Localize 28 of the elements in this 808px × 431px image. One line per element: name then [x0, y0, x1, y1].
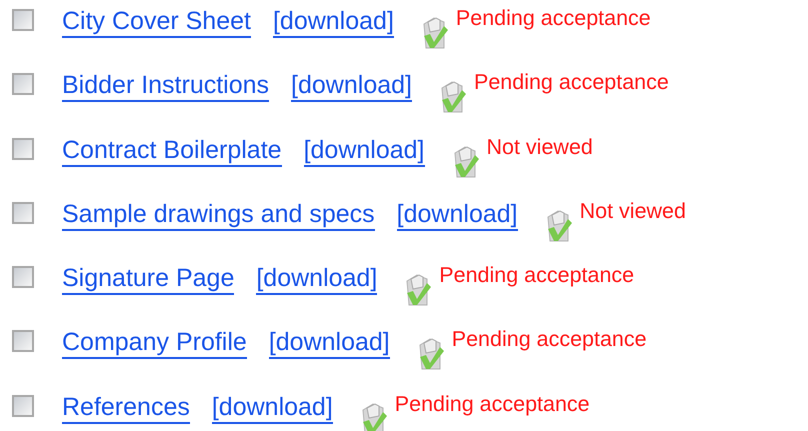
- status-text: Not viewed: [580, 198, 686, 223]
- download-link[interactable]: [download]: [212, 392, 333, 424]
- document-link[interactable]: References: [62, 392, 190, 424]
- status-text: Pending acceptance: [474, 70, 669, 94]
- download-link[interactable]: [download]: [272, 6, 394, 38]
- document-link[interactable]: Sample drawings and specs: [62, 198, 375, 231]
- status-text: Pending acceptance: [439, 263, 634, 288]
- download-link[interactable]: [download]: [268, 327, 390, 360]
- download-link[interactable]: [download]: [256, 263, 378, 296]
- status-text: Pending acceptance: [394, 392, 590, 416]
- status-text: Pending acceptance: [452, 327, 647, 352]
- document-link[interactable]: Bidder Instructions: [62, 70, 270, 102]
- checkbox[interactable]: [12, 266, 34, 288]
- checkbox[interactable]: [12, 394, 34, 417]
- document-link[interactable]: City Cover Sheet: [62, 6, 251, 38]
- download-link[interactable]: [download]: [291, 70, 412, 102]
- checkbox[interactable]: [12, 330, 34, 352]
- checkbox[interactable]: [12, 138, 34, 160]
- download-link[interactable]: [download]: [304, 134, 424, 167]
- document-link[interactable]: Signature Page: [62, 263, 234, 296]
- status-text: Not viewed: [486, 134, 593, 159]
- checkbox[interactable]: [12, 9, 34, 31]
- checkbox[interactable]: [12, 202, 34, 224]
- document-link[interactable]: Company Profile: [62, 327, 247, 360]
- status-text: Pending acceptance: [456, 6, 651, 30]
- checkbox[interactable]: [12, 73, 34, 96]
- document-link[interactable]: Contract Boilerplate: [62, 134, 282, 167]
- download-link[interactable]: [download]: [396, 198, 518, 231]
